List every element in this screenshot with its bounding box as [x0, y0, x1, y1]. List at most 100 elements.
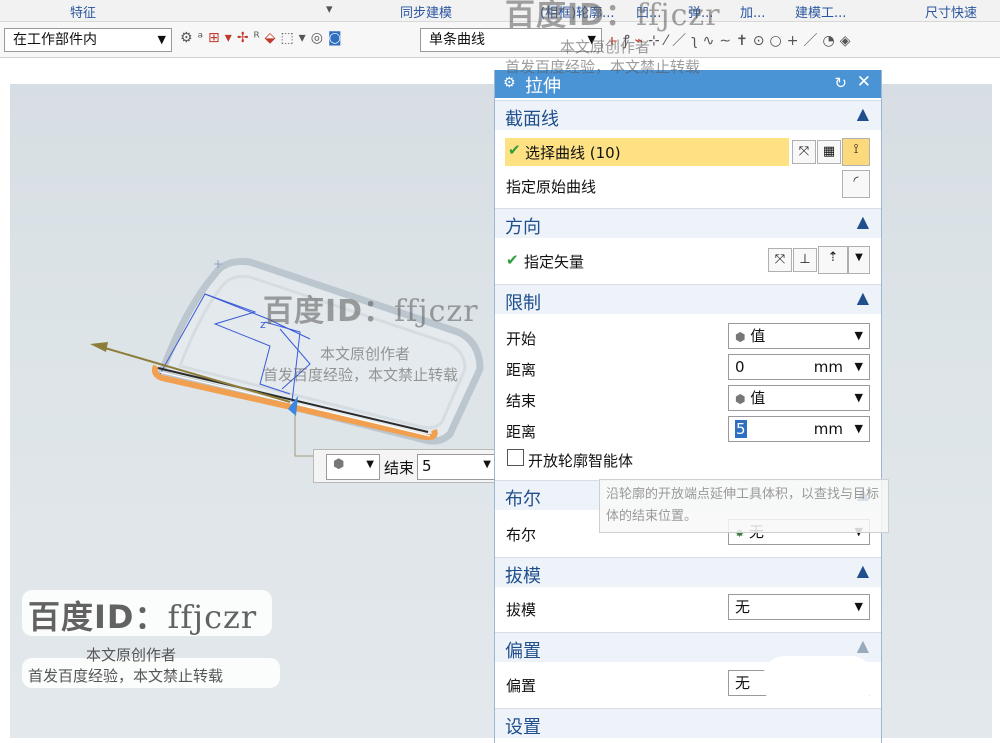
watermark-line1-mid: 本文原创作者: [320, 345, 411, 363]
reverse-direction-button[interactable]: ⤧: [768, 248, 792, 272]
watermark-line1-top: 本文原创作者: [560, 38, 651, 56]
end-distance-value: 5: [735, 420, 747, 438]
vector-dialog-button[interactable]: ⊥: [793, 248, 817, 272]
value-cube-icon: ⬢: [735, 330, 746, 344]
open-profile-checkbox[interactable]: [507, 449, 524, 466]
end-float-label: 结束: [384, 459, 415, 477]
chevron-down-icon: ▼: [157, 33, 166, 46]
center-snap-icon[interactable]: ⊙: [753, 33, 770, 49]
menu-item-8[interactable]: 尺寸快速: [925, 2, 977, 21]
end-distance-unit: mm: [813, 420, 843, 438]
select-curve-row[interactable]: ✔ 选择曲线 (10): [505, 138, 789, 166]
boolean-label: 布尔: [506, 526, 537, 544]
intersection-snap-icon[interactable]: ✝: [736, 33, 753, 49]
start-distance-value: 0: [735, 358, 745, 376]
close-icon[interactable]: ✕: [857, 72, 871, 92]
surface-snap-icon[interactable]: ◔: [822, 33, 839, 49]
curve-rule-value: 单条曲线: [429, 32, 485, 48]
end-type-combo[interactable]: ⬢ 值 ▼: [728, 385, 870, 411]
section-curve-header[interactable]: 截面线 ▲: [495, 100, 881, 130]
chevron-down-icon: ▼: [854, 391, 863, 404]
end-type-value: 值: [750, 389, 766, 407]
body-select-icon[interactable]: ◙: [328, 30, 347, 46]
end-distance-input[interactable]: 5 mm ▼: [728, 416, 870, 442]
snap-tool-icons[interactable]: ⚙ᵃ⊞▾✢ᴿ⬙⬚▾◎◙: [180, 30, 420, 52]
menu-sync-modeling[interactable]: 同步建模: [400, 2, 452, 21]
end-float-value: 5: [422, 457, 432, 475]
filter-scope-value: 在工作部件内: [13, 32, 97, 48]
menu-bar: 特征 ▾ 同步建模 (相框)轮廓... 凹... 弹... 加... 建模工..…: [0, 0, 1000, 22]
open-profile-tooltip: 沿轮廓的开放端点延伸工具体积，以查找与目标体的结束位置。: [599, 479, 889, 533]
wave-snap-icon[interactable]: ∼: [719, 33, 736, 49]
watermark-line1-corner: 本文原创作者: [86, 646, 177, 664]
section-offset-title: 偏置: [505, 641, 541, 662]
section-settings-header[interactable]: 设置: [495, 708, 881, 738]
spline-snap-icon[interactable]: ∿: [703, 33, 720, 49]
menu-feature[interactable]: 特征: [70, 2, 96, 21]
line-snap-icon[interactable]: ⁄: [665, 33, 672, 49]
collapse-caret-icon[interactable]: ▲: [857, 561, 869, 580]
end-float-input[interactable]: 5 ▼: [417, 454, 497, 480]
inferred-vector-button[interactable]: ⇡: [818, 246, 848, 274]
obscured-patch: [763, 656, 873, 706]
selection-toolbar: 在工作部件内 ▼ ⚙ᵃ⊞▾✢ᴿ⬙⬚▾◎◙ 单条曲线 ▼ ⱶꝭ⌁⊹⁄／ʅ∿∼✝⊙○…: [0, 22, 1000, 58]
bisector-snap-icon[interactable]: ／: [803, 33, 822, 49]
start-distance-label: 距离: [506, 361, 537, 379]
watermark-brand-top: 百度ID：ffjczr: [505, 0, 721, 33]
feature-select-icon[interactable]: ⬙: [265, 30, 281, 46]
start-label: 开始: [506, 330, 537, 348]
arc-snap-icon[interactable]: ʅ: [691, 33, 702, 49]
section-draft-header[interactable]: 拔模 ▲: [495, 557, 881, 587]
select-curve-button[interactable]: ⟟: [842, 138, 870, 166]
start-distance-input[interactable]: 0 mm ▼: [728, 354, 870, 380]
collapse-caret-icon[interactable]: ▲: [857, 104, 869, 123]
chevron-down-icon: ▼: [854, 600, 863, 613]
point-on-curve-icon[interactable]: +: [787, 33, 804, 49]
select-box-icon[interactable]: ⊞▾: [208, 30, 237, 46]
watermark-line2-corner: 首发百度经验，本文禁止转载: [28, 667, 224, 685]
select-settings-icon[interactable]: ⚙: [180, 30, 198, 46]
leader-line: [294, 414, 315, 457]
pole-snap-icon[interactable]: ◈: [840, 33, 856, 49]
curve-section-button[interactable]: ▦: [817, 140, 841, 164]
menu-item-7[interactable]: 建模工...: [795, 2, 846, 21]
draft-combo[interactable]: 无 ▼: [728, 594, 870, 620]
face-select-icon[interactable]: ᴿ: [254, 30, 265, 46]
sketch-section-button[interactable]: ⤧: [792, 140, 816, 164]
end-type-combo[interactable]: ⬢ ▼: [326, 454, 380, 480]
extrude-dialog: ⚙ 拉伸 ↻ ✕ 截面线 ▲ ✔ 选择曲线 (10) ⤧ ▦ ⟟ 指定原始曲线 …: [494, 70, 882, 743]
menu-dropdown-arrow[interactable]: ▾: [326, 2, 333, 17]
filter-icon[interactable]: ᵃ: [198, 30, 208, 46]
section-settings-title: 设置: [505, 717, 541, 738]
snap-point-icon[interactable]: ⊹: [648, 33, 665, 49]
section-direction-title: 方向: [505, 217, 541, 238]
rectangle-select-icon[interactable]: ⬚▾: [280, 30, 310, 46]
section-limits-header[interactable]: 限制 ▲: [495, 284, 881, 314]
chevron-down-icon: ▼: [854, 422, 863, 435]
section-direction-header[interactable]: 方向 ▲: [495, 208, 881, 238]
solid-select-icon[interactable]: ◎: [311, 30, 328, 46]
point-snap-icon[interactable]: ✢: [237, 30, 254, 46]
collapse-caret-icon[interactable]: ▲: [857, 288, 869, 307]
select-curve-label: 选择曲线 (10): [525, 144, 621, 162]
specify-original-curve-label: 指定原始曲线: [506, 178, 597, 196]
watermark-line2-mid: 首发百度经验，本文禁止转载: [263, 366, 459, 384]
draft-label: 拔模: [506, 601, 537, 619]
end-distance-float: ⬢ ▼ 结束 5 ▼: [313, 449, 497, 483]
chevron-down-icon: ▼: [483, 459, 491, 470]
menu-item-6[interactable]: 加...: [740, 2, 765, 21]
quadrant-snap-icon[interactable]: ○: [770, 33, 787, 49]
collapse-caret-icon[interactable]: ▲: [857, 212, 869, 231]
offset-value: 无: [735, 674, 751, 692]
tangent-snap-icon[interactable]: ／: [672, 33, 691, 49]
original-curve-button[interactable]: ◜: [842, 170, 870, 198]
plus-marker-icon: +: [213, 257, 223, 271]
filter-scope-dropdown[interactable]: 在工作部件内 ▼: [4, 28, 172, 52]
collapse-caret-icon[interactable]: ▲: [857, 636, 869, 655]
reset-icon[interactable]: ↻: [834, 74, 847, 92]
draft-value: 无: [735, 598, 751, 616]
check-icon: ✔: [506, 251, 519, 269]
vector-options-dropdown[interactable]: ▼: [848, 246, 870, 274]
start-type-combo[interactable]: ⬢ 值 ▼: [728, 323, 870, 349]
gear-icon: ⚙: [503, 75, 516, 91]
